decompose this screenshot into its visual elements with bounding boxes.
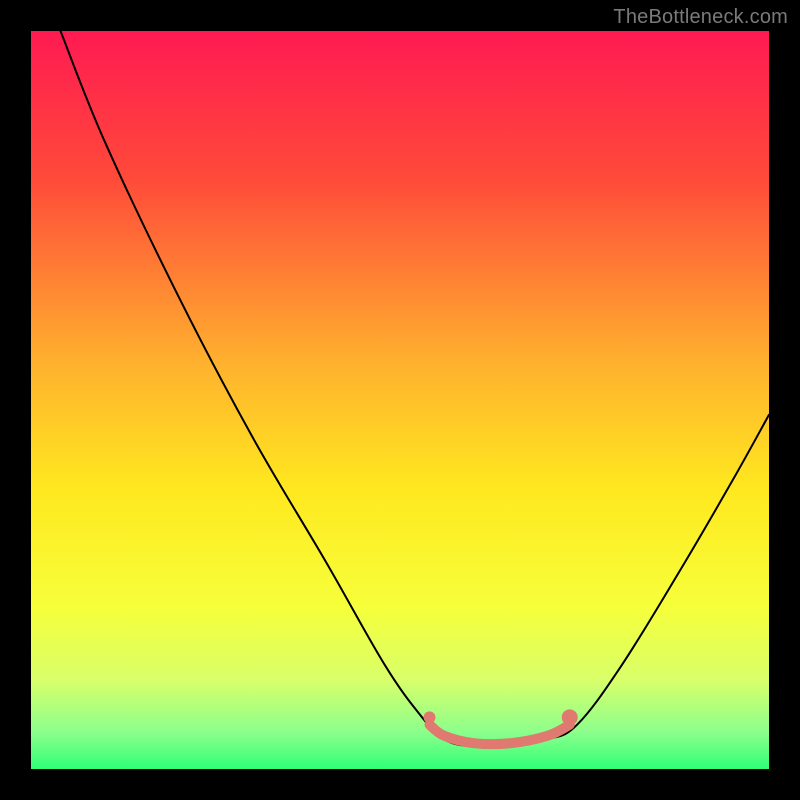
chart-plot-area xyxy=(31,31,769,769)
chart-frame: TheBottleneck.com xyxy=(0,0,800,800)
chart-svg xyxy=(31,31,769,769)
highlight-dot xyxy=(424,711,436,723)
highlight-dot xyxy=(562,709,578,725)
gradient-background xyxy=(31,31,769,769)
watermark-text: TheBottleneck.com xyxy=(613,6,788,29)
